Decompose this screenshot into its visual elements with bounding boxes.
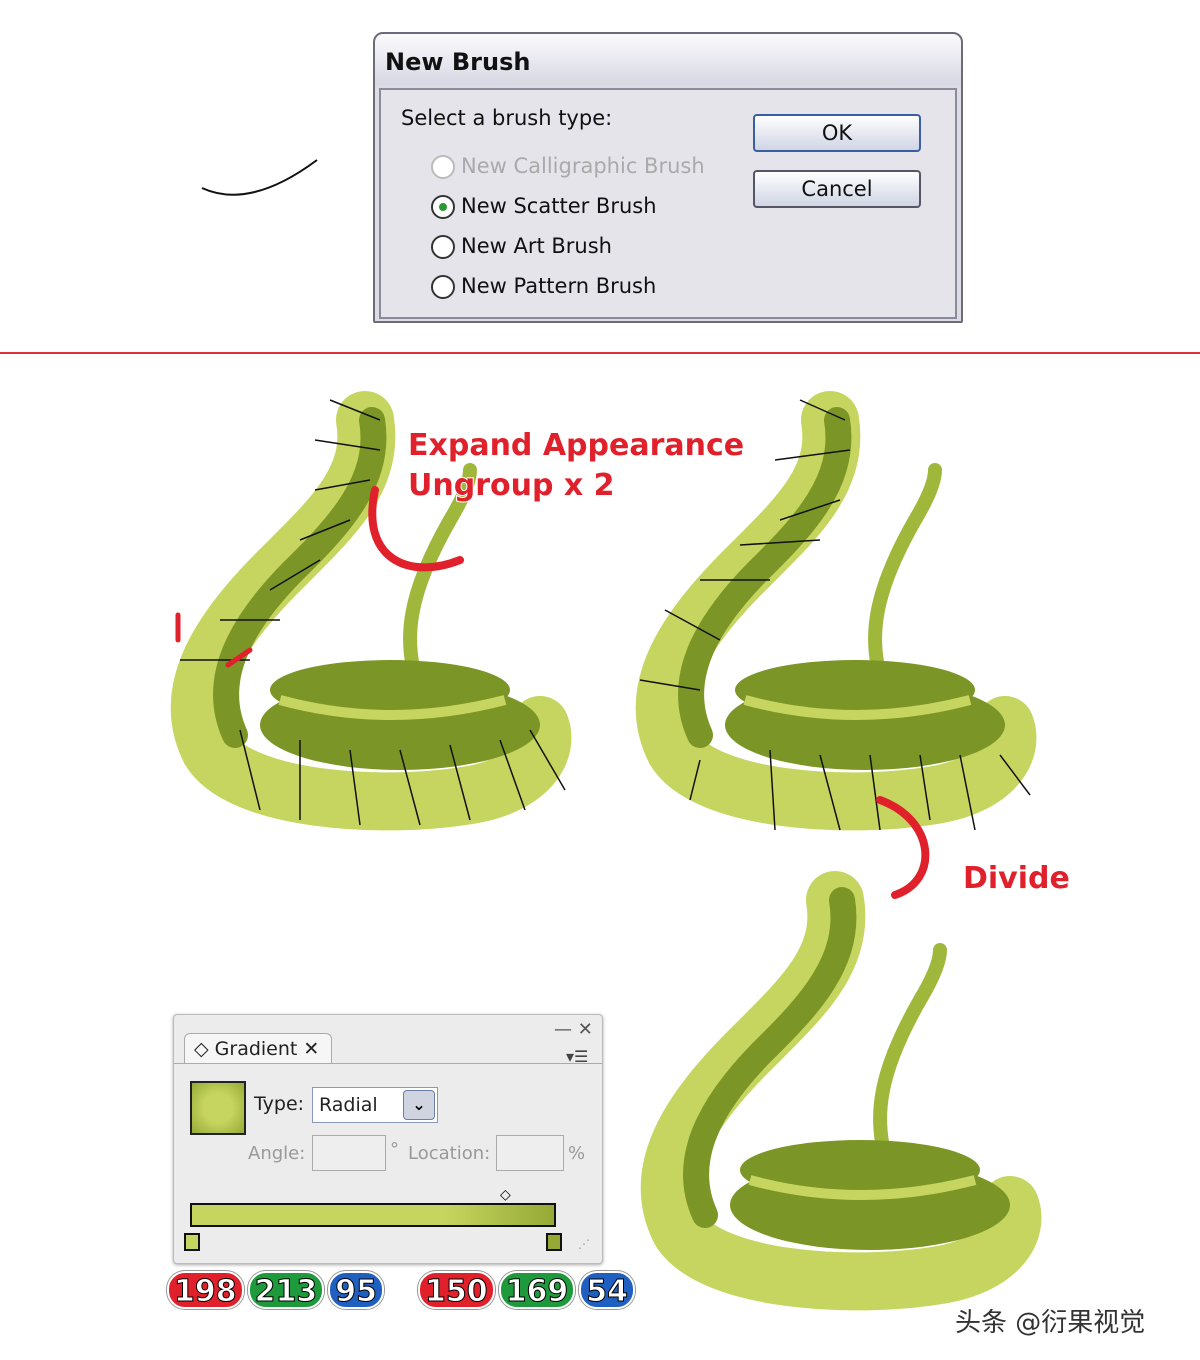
option-label: New Scatter Brush — [461, 194, 657, 218]
green-value: 213 — [247, 1271, 325, 1310]
dialog-body: Select a brush type: New Calligraphic Br… — [379, 88, 957, 319]
radio-icon — [431, 235, 455, 259]
option-label: New Calligraphic Brush — [461, 154, 705, 178]
location-unit: % — [568, 1143, 586, 1164]
section-divider — [0, 352, 1200, 354]
gradient-stop-end[interactable] — [546, 1233, 562, 1251]
radio-selected-icon — [431, 195, 455, 219]
angle-label: Angle: — [248, 1143, 306, 1164]
annotation-expand-appearance: Expand Appearance — [408, 428, 744, 463]
brush-stroke-sample — [201, 159, 318, 196]
gradient-stop-start[interactable] — [184, 1233, 200, 1251]
gradient-preview-swatch[interactable] — [190, 1081, 246, 1135]
new-brush-dialog: New Brush Select a brush type: New Calli… — [373, 32, 963, 323]
midpoint-diamond-icon[interactable]: ◇ — [500, 1187, 511, 1203]
brush-type-prompt: Select a brush type: — [401, 106, 613, 130]
red-value: 198 — [167, 1271, 244, 1310]
radio-icon — [431, 275, 455, 299]
radio-icon — [431, 155, 455, 179]
radio-scatter-brush[interactable]: New Scatter Brush — [431, 194, 657, 219]
radio-calligraphic-brush: New Calligraphic Brush — [431, 154, 705, 179]
diamond-icon: ◇ — [194, 1038, 215, 1060]
ok-button[interactable]: OK — [753, 114, 921, 152]
location-input[interactable] — [496, 1135, 564, 1171]
blue-value: 54 — [579, 1271, 635, 1310]
watermark: 头条 @衍果视觉 — [955, 1308, 1146, 1338]
dialog-title: New Brush — [385, 48, 531, 76]
cancel-button[interactable]: Cancel — [753, 170, 921, 208]
gradient-slider-bar[interactable] — [190, 1203, 556, 1227]
annotation-ungroup: Ungroup x 2 — [408, 468, 615, 503]
angle-unit: ° — [390, 1139, 399, 1160]
green-value: 169 — [498, 1271, 576, 1310]
location-label: Location: — [408, 1143, 491, 1164]
snake-divided — [670, 900, 1013, 1281]
tab-label: Gradient — [214, 1038, 298, 1060]
snake-expanded — [665, 420, 1008, 801]
blue-value: 95 — [328, 1271, 384, 1310]
radio-pattern-brush[interactable]: New Pattern Brush — [431, 274, 656, 299]
tab-gradient[interactable]: ◇ Gradient ✕ — [194, 1038, 319, 1060]
chevron-down-icon[interactable]: ⌄ — [403, 1090, 435, 1120]
option-label: New Art Brush — [461, 234, 612, 258]
close-tab-icon[interactable]: ✕ — [297, 1038, 319, 1060]
end-color-rgb: 150 169 54 — [418, 1271, 635, 1310]
start-color-rgb: 198 213 95 — [167, 1271, 384, 1310]
red-value: 150 — [418, 1271, 495, 1310]
option-label: New Pattern Brush — [461, 274, 657, 298]
type-label: Type: — [254, 1093, 305, 1115]
annotation-divide: Divide — [963, 861, 1070, 896]
gradient-panel: — ✕ ◇ Gradient ✕ ▾☰ Type: Radial ⌄ Angle… — [173, 1014, 603, 1264]
resize-grip-icon[interactable]: ⋰ — [578, 1237, 590, 1251]
angle-input[interactable] — [312, 1135, 386, 1171]
type-select[interactable]: Radial ⌄ — [312, 1087, 438, 1123]
radio-art-brush[interactable]: New Art Brush — [431, 234, 612, 259]
type-value: Radial — [319, 1094, 378, 1116]
minimize-close-icons[interactable]: — ✕ — [554, 1019, 593, 1040]
